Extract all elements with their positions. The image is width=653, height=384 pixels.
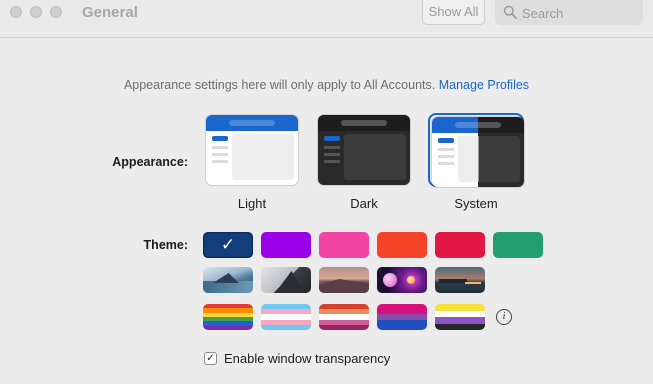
search-field[interactable] [495,0,643,25]
theme-flag-lesbian-pride[interactable] [319,304,369,330]
theme-swatch-purple[interactable] [261,232,311,258]
manage-profiles-link[interactable]: Manage Profiles [439,78,529,92]
appearance-option-system-label: System [454,196,498,211]
appearance-option-light-label: Light [237,196,267,211]
theme-flag-rainbow-pride[interactable] [203,304,253,330]
appearance-scope-notice: Appearance settings here will only apply… [0,78,653,92]
theme-flag-transgender-pride[interactable] [261,304,311,330]
theme-swatch-red[interactable] [435,232,485,258]
transparency-checkbox[interactable]: ✓ [204,352,217,365]
appearance-option-dark[interactable] [316,113,412,187]
close-window-button[interactable] [10,6,22,18]
theme-swatch-navy[interactable] [203,232,253,258]
scope-notice-text: Appearance settings here will only apply… [123,78,436,92]
show-all-button[interactable]: Show All [422,0,485,25]
search-input[interactable] [522,4,632,22]
theme-label: Theme: [143,238,188,252]
theme-swatch-pink[interactable] [319,232,369,258]
appearance-label: Appearance: [112,155,188,169]
window-titlebar: General Show All [0,0,653,38]
theme-swatch-green[interactable] [493,232,543,258]
system-preview [432,117,524,187]
transparency-checkbox-label[interactable]: Enable window transparency [224,351,390,366]
zoom-window-button[interactable] [50,6,62,18]
theme-photo-harbor-dusk[interactable] [435,267,485,293]
theme-photo-mountain-peak[interactable] [261,267,311,293]
theme-photo-coastline[interactable] [203,267,253,293]
window-title: General [82,4,138,21]
minimize-window-button[interactable] [30,6,42,18]
info-icon[interactable]: i [496,309,512,325]
appearance-option-system[interactable] [428,113,524,187]
light-preview [206,115,298,185]
theme-flag-nonbinary-pride[interactable] [435,304,485,330]
search-icon [503,5,517,19]
dark-preview [318,115,410,185]
theme-photo-cosmic-orbs[interactable] [377,267,427,293]
theme-swatch-orange[interactable] [377,232,427,258]
appearance-option-light[interactable] [204,113,300,187]
theme-photo-desert-sunset[interactable] [319,267,369,293]
theme-flag-bisexual-pride[interactable] [377,304,427,330]
appearance-option-dark-label: Dark [350,196,378,211]
